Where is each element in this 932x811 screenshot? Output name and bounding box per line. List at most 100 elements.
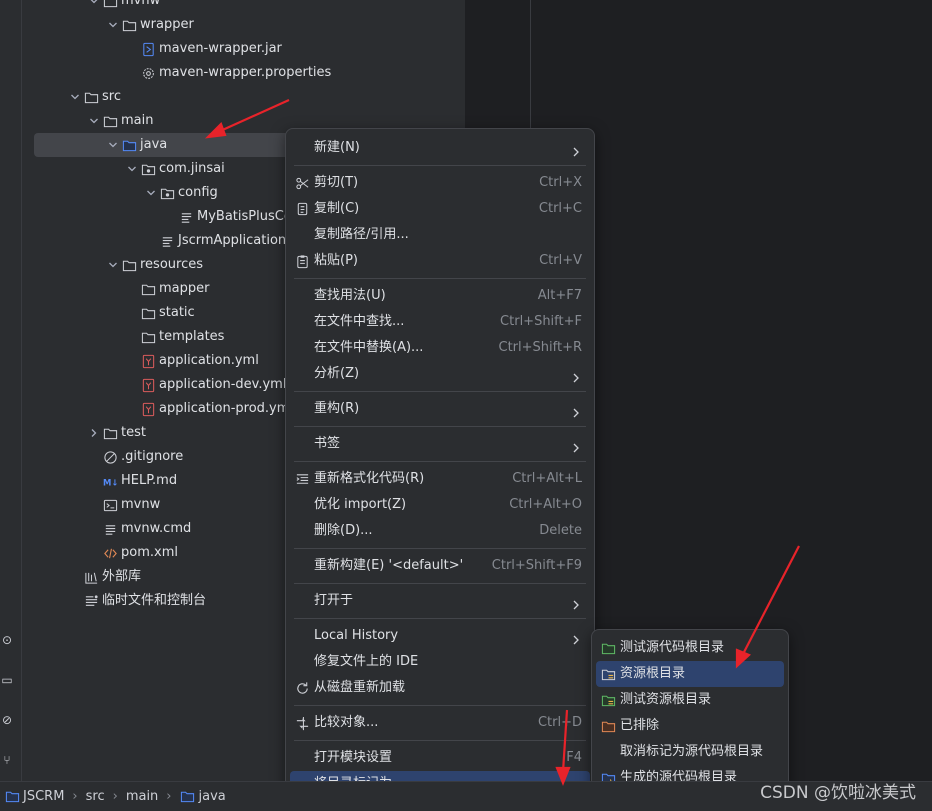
tree-row[interactable]: test bbox=[86, 421, 146, 445]
context-menu-item[interactable]: 比较对象... Ctrl+D bbox=[290, 710, 590, 736]
context-menu-item[interactable]: 在文件中替换(A)... Ctrl+Shift+R bbox=[290, 335, 590, 361]
submenu-item[interactable]: 测试源代码根目录 bbox=[596, 635, 784, 661]
breadcrumb-item[interactable]: java bbox=[180, 789, 226, 805]
context-menu-item[interactable]: 复制(C) Ctrl+C bbox=[290, 196, 590, 222]
paste-icon bbox=[294, 253, 310, 269]
submenu-item[interactable]: 测试资源根目录 bbox=[596, 687, 784, 713]
context-menu-item[interactable]: 复制路径/引用... bbox=[290, 222, 590, 248]
tree-label: mvnw bbox=[121, 497, 161, 512]
ignore-icon bbox=[102, 449, 118, 465]
chevron-right-icon bbox=[570, 595, 582, 610]
tree-label: com.jinsai bbox=[159, 161, 225, 176]
tree-row[interactable]: application-dev.yml bbox=[124, 373, 286, 397]
breadcrumb-label: src bbox=[85, 789, 105, 804]
tree-row[interactable]: config bbox=[143, 181, 218, 205]
tree-label: resources bbox=[140, 257, 204, 272]
context-menu-item[interactable]: 打开模块设置 F4 bbox=[290, 745, 590, 771]
tree-row[interactable]: src bbox=[67, 85, 121, 109]
tree-row[interactable]: application-prod.yml bbox=[124, 397, 293, 421]
context-menu-item[interactable]: 重新格式化代码(R) Ctrl+Alt+L bbox=[290, 466, 590, 492]
tree-row[interactable]: .gitignore bbox=[86, 445, 183, 469]
chevron-down-icon[interactable] bbox=[105, 13, 121, 37]
tree-row[interactable]: mvnw.cmd bbox=[86, 517, 191, 541]
breadcrumb-label: java bbox=[198, 789, 226, 804]
tree-label: mapper bbox=[159, 281, 210, 296]
breadcrumb-separator-icon: › bbox=[166, 789, 172, 804]
breadcrumb-item[interactable]: main bbox=[126, 789, 158, 804]
tree-row[interactable]: pom.xml bbox=[86, 541, 178, 565]
tree-label: mvnw bbox=[121, 0, 161, 8]
tree-row[interactable]: application.yml bbox=[124, 349, 259, 373]
test-src-root-icon bbox=[600, 640, 616, 656]
tree-label: HELP.md bbox=[121, 473, 178, 488]
terminal-icon[interactable]: ▭ bbox=[0, 673, 14, 687]
menu-item-label: 分析(Z) bbox=[314, 366, 360, 381]
submenu-item[interactable]: 资源根目录 bbox=[596, 661, 784, 687]
context-menu-item[interactable]: 新建(N) bbox=[290, 135, 590, 161]
problems-icon[interactable]: ⊘ bbox=[0, 713, 14, 727]
tree-row[interactable]: resources bbox=[105, 253, 203, 277]
context-menu-item[interactable]: 重新构建(E) '<default>' Ctrl+Shift+F9 bbox=[290, 553, 590, 579]
services-icon[interactable]: ⊙ bbox=[0, 633, 14, 647]
submenu-item[interactable]: 取消标记为源代码根目录 bbox=[596, 739, 784, 765]
breadcrumb-item[interactable]: JSCRM bbox=[4, 789, 64, 805]
menu-item-label: 删除(D)... bbox=[314, 523, 373, 538]
context-menu-item[interactable]: Local History bbox=[290, 623, 590, 649]
tree-row[interactable]: mapper bbox=[124, 277, 209, 301]
chevron-down-icon[interactable] bbox=[105, 133, 121, 157]
folder-icon bbox=[102, 0, 118, 9]
tree-row[interactable]: M↓ HELP.md bbox=[86, 469, 178, 493]
context-menu-item[interactable]: 在文件中查找... Ctrl+Shift+F bbox=[290, 309, 590, 335]
menu-item-shortcut: Alt+F7 bbox=[537, 288, 582, 303]
context-menu-item[interactable]: 删除(D)... Delete bbox=[290, 518, 590, 544]
git-icon[interactable]: ⑂ bbox=[0, 753, 14, 767]
compare-icon bbox=[294, 715, 310, 731]
tree-row[interactable]: 外部库 bbox=[67, 565, 141, 589]
tree-row[interactable]: wrapper bbox=[105, 13, 194, 37]
chevron-down-icon[interactable] bbox=[105, 253, 121, 277]
submenu-item-label: 资源根目录 bbox=[620, 666, 686, 681]
tree-row[interactable]: maven-wrapper.jar bbox=[124, 37, 282, 61]
tree-row[interactable]: static bbox=[124, 301, 195, 325]
tree-row[interactable]: mvnw bbox=[86, 0, 160, 13]
chevron-down-icon[interactable] bbox=[124, 157, 140, 181]
breadcrumb-item[interactable]: src bbox=[86, 789, 105, 804]
tree-row[interactable]: JscrmApplication bbox=[143, 229, 286, 253]
tree-row[interactable]: templates bbox=[124, 325, 224, 349]
menu-item-label: 新建(N) bbox=[314, 140, 360, 155]
chevron-down-icon[interactable] bbox=[86, 109, 102, 133]
context-menu-item[interactable]: 优化 import(Z) Ctrl+Alt+O bbox=[290, 492, 590, 518]
menu-item-label: 优化 import(Z) bbox=[314, 497, 407, 512]
tree-label: templates bbox=[159, 329, 225, 344]
tree-row[interactable]: maven-wrapper.properties bbox=[124, 61, 331, 85]
context-menu-item[interactable]: 从磁盘重新加载 bbox=[290, 675, 590, 701]
tree-label: JscrmApplication bbox=[178, 233, 287, 248]
context-menu-item[interactable]: 分析(Z) bbox=[290, 361, 590, 387]
context-menu-item[interactable]: 打开于 bbox=[290, 588, 590, 614]
chevron-down-icon[interactable] bbox=[67, 85, 83, 109]
tree-row[interactable]: main bbox=[86, 109, 153, 133]
tree-row[interactable]: 临时文件和控制台 bbox=[67, 589, 206, 613]
tree-row[interactable]: MyBatisPlusCon bbox=[162, 205, 300, 229]
tree-row[interactable]: mvnw bbox=[86, 493, 160, 517]
tree-row[interactable]: com.jinsai bbox=[124, 157, 225, 181]
context-menu-item[interactable]: 粘贴(P) Ctrl+V bbox=[290, 248, 590, 274]
chevron-down-icon[interactable] bbox=[143, 181, 159, 205]
submenu-item[interactable]: 已排除 bbox=[596, 713, 784, 739]
menu-item-label: 剪切(T) bbox=[314, 175, 359, 190]
chevron-down-icon[interactable] bbox=[86, 0, 102, 13]
context-menu-item[interactable]: 查找用法(U) Alt+F7 bbox=[290, 283, 590, 309]
context-menu-item[interactable]: 修复文件上的 IDE bbox=[290, 649, 590, 675]
context-menu-item[interactable]: 剪切(T) Ctrl+X bbox=[290, 170, 590, 196]
tree-label: mvnw.cmd bbox=[121, 521, 192, 536]
context-menu-item[interactable]: 重构(R) bbox=[290, 396, 590, 422]
chevron-right-icon[interactable] bbox=[86, 421, 102, 445]
tree-label: wrapper bbox=[140, 17, 194, 32]
yaml-icon bbox=[140, 377, 156, 393]
context-menu-item[interactable]: 书签 bbox=[290, 431, 590, 457]
